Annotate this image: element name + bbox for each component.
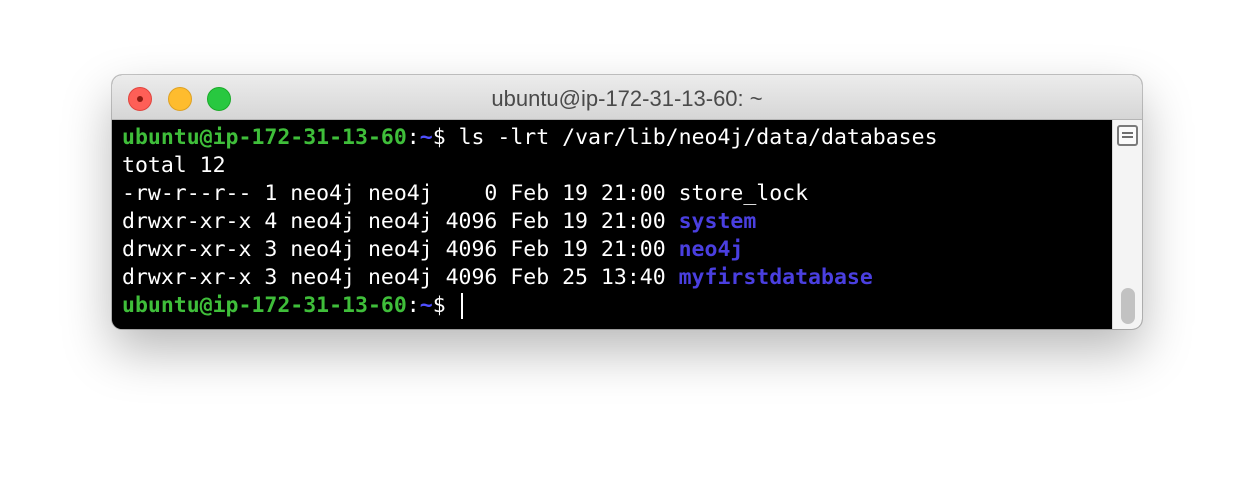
prompt-line[interactable]: ubuntu@ip-172-31-13-60:~$ (122, 292, 463, 320)
terminal-output[interactable]: ubuntu@ip-172-31-13-60:~$ ls -lrt /var/l… (112, 120, 1112, 329)
listing-row: drwxr-xr-x 4 neo4j neo4j 4096 Feb 19 21:… (122, 208, 756, 236)
listing-row: -rw-r--r-- 1 neo4j neo4j 0 Feb 19 21:00 … (122, 180, 808, 208)
file-name: store_lock (678, 181, 809, 206)
directory-name: neo4j (678, 237, 744, 262)
listing-row: drwxr-xr-x 3 neo4j neo4j 4096 Feb 25 13:… (122, 264, 873, 292)
prompt-path: ~ (419, 293, 433, 318)
prompt-colon: : (406, 125, 420, 150)
prompt-dollar: $ (432, 125, 459, 150)
terminal-window: ubuntu@ip-172-31-13-60: ~ ubuntu@ip-172-… (112, 75, 1142, 329)
title-bar[interactable]: ubuntu@ip-172-31-13-60: ~ (112, 75, 1142, 120)
prompt-user-host: ubuntu@ip-172-31-13-60 (122, 125, 407, 150)
prompt-path: ~ (419, 125, 433, 150)
directory-name: myfirstdatabase (678, 265, 873, 290)
directory-name: system (678, 209, 757, 234)
listing-row: drwxr-xr-x 3 neo4j neo4j 4096 Feb 19 21:… (122, 236, 743, 264)
command-line: ubuntu@ip-172-31-13-60:~$ ls -lrt /var/l… (122, 124, 938, 152)
text-cursor (460, 293, 463, 319)
listing-meta: drwxr-xr-x 3 neo4j neo4j 4096 Feb 25 13:… (122, 265, 679, 290)
window-title: ubuntu@ip-172-31-13-60: ~ (491, 86, 763, 111)
prompt-colon: : (406, 293, 420, 318)
vertical-scrollbar[interactable] (1112, 120, 1142, 329)
command-text: ls -lrt /var/lib/neo4j/data/databases (458, 125, 938, 150)
listing-meta: -rw-r--r-- 1 neo4j neo4j 0 Feb 19 21:00 (122, 181, 679, 206)
prompt-dollar: $ (432, 293, 459, 318)
scroll-thumb[interactable] (1121, 288, 1135, 324)
listing-meta: drwxr-xr-x 4 neo4j neo4j 4096 Feb 19 21:… (122, 209, 679, 234)
split-pane-button[interactable] (1117, 125, 1138, 146)
listing-meta: drwxr-xr-x 3 neo4j neo4j 4096 Feb 19 21:… (122, 237, 679, 262)
prompt-user-host: ubuntu@ip-172-31-13-60 (122, 293, 407, 318)
total-line: total 12 (122, 153, 226, 178)
